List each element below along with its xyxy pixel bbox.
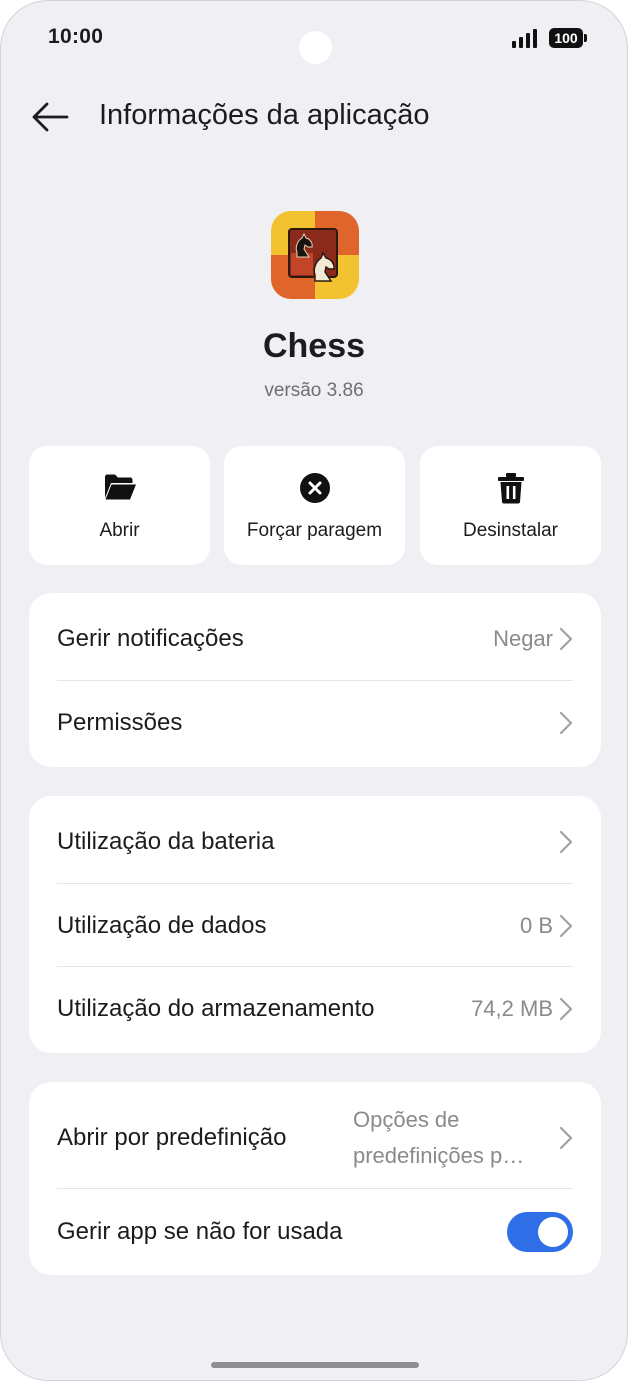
- manage-notifications-value: Negar: [493, 626, 553, 651]
- open-by-default-label: Abrir por predefinição: [57, 1124, 287, 1151]
- settings-group-usage: Utilização da bateria Utilização de dado…: [29, 796, 601, 1053]
- open-by-default-value: Opções de predefinições p…: [353, 1102, 543, 1174]
- battery-icon: 100: [549, 28, 587, 48]
- trash-icon: [497, 473, 524, 504]
- chess-knight-icon: [271, 211, 359, 299]
- open-button[interactable]: Abrir: [29, 446, 210, 565]
- folder-open-icon: [104, 474, 136, 500]
- chevron-right-icon: [559, 627, 573, 651]
- page-title: Informações da aplicação: [99, 99, 430, 131]
- battery-usage-label: Utilização da bateria: [57, 828, 275, 855]
- permissions-label: Permissões: [57, 709, 183, 736]
- data-usage-row[interactable]: Utilização de dados 0 B: [29, 884, 601, 968]
- data-usage-value: 0 B: [519, 913, 553, 938]
- chevron-right-icon: [559, 1126, 573, 1150]
- toggle-knob: [538, 1217, 568, 1247]
- app-version: versão 3.86: [264, 380, 364, 401]
- force-stop-button[interactable]: Forçar paragem: [224, 446, 405, 565]
- open-by-default-value-line2: predefinições p…: [353, 1143, 525, 1168]
- chevron-right-icon: [559, 997, 573, 1021]
- chess-app-icon: [271, 211, 359, 299]
- status-time: 10:00: [48, 25, 104, 48]
- manage-notifications-row[interactable]: Gerir notificações Negar: [29, 597, 601, 681]
- open-label: Abrir: [99, 520, 140, 541]
- chevron-right-icon: [559, 914, 573, 938]
- phone-screen: 10:00 100 Informações da aplicação Chess…: [0, 0, 628, 1381]
- top-bar: Informações da aplicação: [1, 85, 627, 149]
- home-indicator[interactable]: [211, 1362, 419, 1368]
- battery-level: 100: [554, 30, 578, 46]
- manage-notifications-label: Gerir notificações: [57, 625, 244, 652]
- data-usage-label: Utilização de dados: [57, 912, 267, 939]
- force-stop-label: Forçar paragem: [246, 520, 383, 541]
- uninstall-label: Desinstalar: [462, 520, 559, 541]
- manage-unused-app-label: Gerir app se não for usada: [57, 1218, 343, 1245]
- arrow-left-icon: [32, 102, 69, 132]
- uninstall-button[interactable]: Desinstalar: [420, 446, 601, 565]
- permissions-row[interactable]: Permissões: [29, 681, 601, 765]
- back-button[interactable]: [29, 97, 71, 137]
- manage-unused-app-toggle[interactable]: [507, 1212, 573, 1252]
- settings-group-defaults: Abrir por predefinição Opções de predefi…: [29, 1082, 601, 1275]
- storage-usage-value: 74,2 MB: [471, 996, 553, 1021]
- manage-unused-app-row: Gerir app se não for usada: [29, 1189, 601, 1275]
- chevron-right-icon: [559, 830, 573, 854]
- settings-group-notifications: Gerir notificações Negar Permissões: [29, 593, 601, 767]
- close-circle-icon: [299, 473, 330, 503]
- open-by-default-row[interactable]: Abrir por predefinição Opções de predefi…: [29, 1094, 601, 1182]
- storage-usage-row[interactable]: Utilização do armazenamento 74,2 MB: [29, 967, 601, 1051]
- chevron-right-icon: [559, 711, 573, 735]
- signal-icon: [512, 29, 537, 48]
- open-by-default-value-line1: Opções de: [353, 1107, 460, 1132]
- camera-cutout: [299, 31, 332, 64]
- app-actions: Abrir Forçar paragem Desinstalar: [29, 446, 601, 565]
- app-name: Chess: [262, 327, 366, 365]
- status-bar: 10:00 100: [1, 1, 627, 77]
- storage-usage-label: Utilização do armazenamento: [57, 995, 375, 1022]
- battery-usage-row[interactable]: Utilização da bateria: [29, 800, 601, 884]
